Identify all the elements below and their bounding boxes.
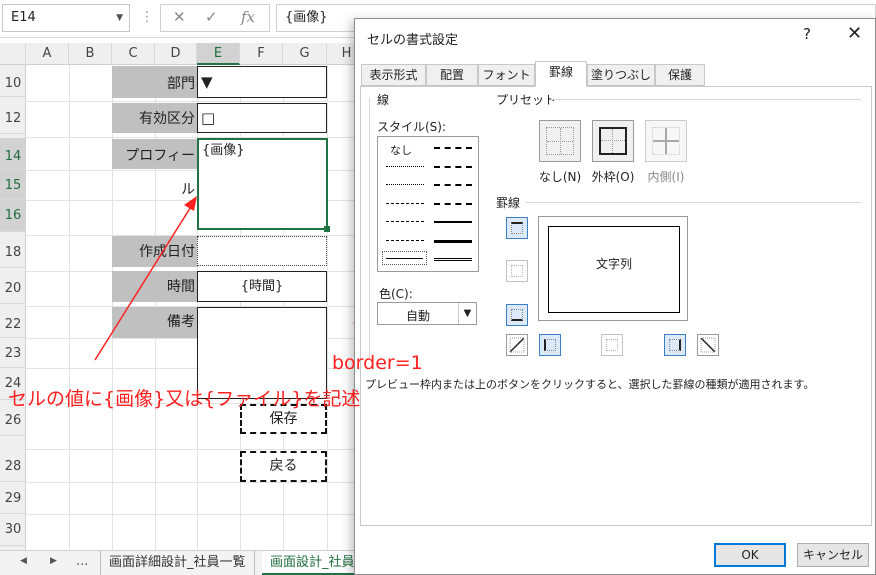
border-top-icon (511, 222, 523, 234)
annotation-main: セルの値に{画像}又は{ファイル}を記述 (8, 388, 361, 410)
border-inside-vertical-icon (606, 339, 618, 351)
border-bottom-icon (511, 309, 523, 321)
preset-none-button[interactable] (539, 120, 581, 162)
style-medium[interactable] (434, 221, 472, 223)
close-icon[interactable]: ✕ (847, 23, 862, 44)
tab-fill[interactable]: 塗りつぶし (587, 64, 655, 86)
border-right-icon (669, 339, 681, 351)
line-group-label: 線 (375, 91, 392, 108)
style-label: スタイル(S): (375, 118, 449, 135)
border-diagonal-up-button[interactable] (506, 334, 528, 356)
arrow-head-profile (184, 196, 197, 211)
diagonal-down-icon (700, 337, 716, 353)
tab-alignment[interactable]: 配置 (426, 64, 478, 86)
dialog-title: セルの書式設定 (367, 33, 459, 48)
diagonal-up-icon (509, 337, 525, 353)
next-sheet-icon[interactable]: ▶ (50, 556, 57, 566)
border-preview[interactable]: 文字列 (538, 216, 688, 321)
border-inside-vertical-button[interactable] (601, 334, 623, 356)
border-group-line (526, 202, 861, 203)
preset-outline-label: 外枠(O) (591, 170, 635, 184)
cancel-button[interactable]: キャンセル (797, 543, 869, 567)
preset-outline-button[interactable] (592, 120, 634, 162)
border-bottom-button[interactable] (506, 304, 528, 326)
border-left-button[interactable] (539, 334, 561, 356)
style-thin-selected[interactable] (382, 251, 427, 265)
style-none[interactable]: なし (390, 142, 412, 158)
ok-button[interactable]: OK (714, 543, 786, 567)
style-hair[interactable] (386, 166, 424, 167)
border-right-button[interactable] (664, 334, 686, 356)
style-medium-dash-dot-dot[interactable] (434, 147, 472, 149)
border-inside-horizontal-button[interactable] (506, 260, 528, 282)
style-thin-line (386, 258, 423, 259)
sheet-tab-gamen-sekkei[interactable]: 画面設計_社員 (262, 551, 364, 575)
prev-sheet-icon[interactable]: ◀ (20, 556, 27, 566)
border-group-label: 罫線 (494, 194, 523, 211)
format-cells-dialog: セルの書式設定 ? ✕ 表示形式 配置 フォント 罫線 塗りつぶし 保護 線 ス… (354, 18, 876, 575)
preset-group-line (551, 99, 861, 100)
more-sheets[interactable]: ... (76, 554, 88, 569)
help-icon[interactable]: ? (803, 25, 811, 43)
tab-protection[interactable]: 保護 (655, 64, 705, 86)
preset-inside-label: 内側(I) (647, 170, 685, 184)
tab-border[interactable]: 罫線 (535, 61, 587, 87)
preset-group-label: プリセット (494, 91, 559, 108)
style-dash-dot-dot[interactable] (386, 203, 424, 204)
style-thick[interactable] (434, 240, 472, 243)
line-style-list[interactable]: なし (377, 136, 479, 272)
preset-outline-icon (599, 127, 627, 155)
style-dashed[interactable] (386, 240, 424, 241)
border-left-icon (544, 339, 556, 351)
style-double[interactable] (434, 258, 472, 261)
preset-inside-icon (652, 127, 680, 155)
color-select[interactable]: 自動 ▼ (377, 302, 477, 325)
style-medium-dash-dot[interactable] (434, 184, 472, 186)
hint-text: プレビュー枠内または上のボタンをクリックすると、選択した罫線の種類が適用されます… (365, 378, 815, 391)
style-medium-dashed[interactable] (434, 203, 472, 205)
arrow-line-profile (94, 204, 193, 361)
tab-font[interactable]: フォント (478, 64, 535, 86)
preset-none-label: なし(N) (538, 170, 582, 184)
border-inside-horizontal-icon (511, 265, 523, 277)
border-diagonal-down-button[interactable] (697, 334, 719, 356)
border-top-button[interactable] (506, 217, 528, 239)
preset-inside-button[interactable] (645, 120, 687, 162)
style-dotted[interactable] (386, 184, 424, 185)
color-value: 自動 (406, 309, 431, 323)
line-group-frame (369, 98, 370, 358)
annotation-border: border=1 (332, 352, 423, 374)
color-label: 色(C): (379, 287, 413, 301)
preset-none-icon (546, 127, 574, 155)
style-dash-dot[interactable] (386, 221, 424, 222)
style-slant-dash-dot[interactable] (434, 166, 472, 168)
preview-text: 文字列 (595, 257, 632, 271)
sheet-tab-shain-ichiran[interactable]: 画面詳細設計_社員一覧 (100, 551, 255, 575)
tab-number[interactable]: 表示形式 (361, 64, 426, 86)
chevron-down-icon[interactable]: ▼ (458, 303, 476, 324)
